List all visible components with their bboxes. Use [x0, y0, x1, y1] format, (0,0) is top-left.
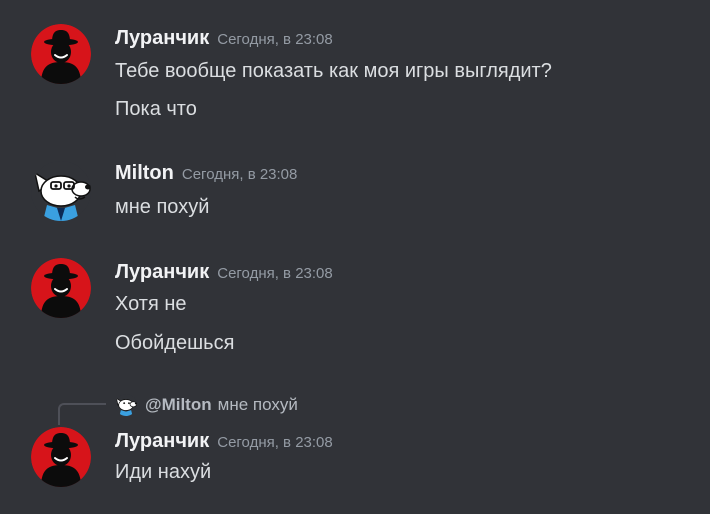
username[interactable]: Луранчик	[115, 261, 209, 283]
reply-preview[interactable]: @Milton мне похуй	[115, 393, 298, 417]
red-hat-figure-avatar-icon[interactable]	[31, 427, 91, 487]
message-header: Луранчик Сегодня, в 23:08	[115, 261, 333, 284]
cartoon-dog-avatar-icon[interactable]	[31, 161, 91, 221]
message-text: Тебе вообще показать как моя игры выгляд…	[115, 60, 552, 82]
message-text: Иди нахуй	[115, 461, 212, 483]
red-hat-figure-avatar-icon[interactable]	[31, 258, 91, 318]
message-header: Milton Сегодня, в 23:08	[115, 162, 297, 185]
red-hat-figure-avatar-icon[interactable]	[31, 24, 91, 84]
cartoon-dog-avatar-icon	[115, 394, 137, 416]
message-header: Луранчик Сегодня, в 23:08	[115, 430, 333, 453]
timestamp: Сегодня, в 23:08	[217, 434, 333, 451]
reply-connector-line	[58, 403, 106, 425]
username[interactable]: Луранчик	[115, 430, 209, 452]
reply-author[interactable]: @Milton	[145, 395, 212, 415]
username[interactable]: Луранчик	[115, 27, 209, 49]
username[interactable]: Milton	[115, 162, 174, 184]
timestamp: Сегодня, в 23:08	[217, 31, 333, 48]
message-text: Обойдешься	[115, 332, 235, 354]
message-text: Пока что	[115, 98, 197, 120]
message-text: мне похуй	[115, 196, 210, 218]
reply-text[interactable]: мне похуй	[218, 395, 298, 415]
timestamp: Сегодня, в 23:08	[217, 265, 333, 282]
timestamp: Сегодня, в 23:08	[181, 166, 298, 183]
message-header: Луранчик Сегодня, в 23:08	[115, 27, 333, 50]
message-text: Хотя не	[115, 293, 187, 315]
